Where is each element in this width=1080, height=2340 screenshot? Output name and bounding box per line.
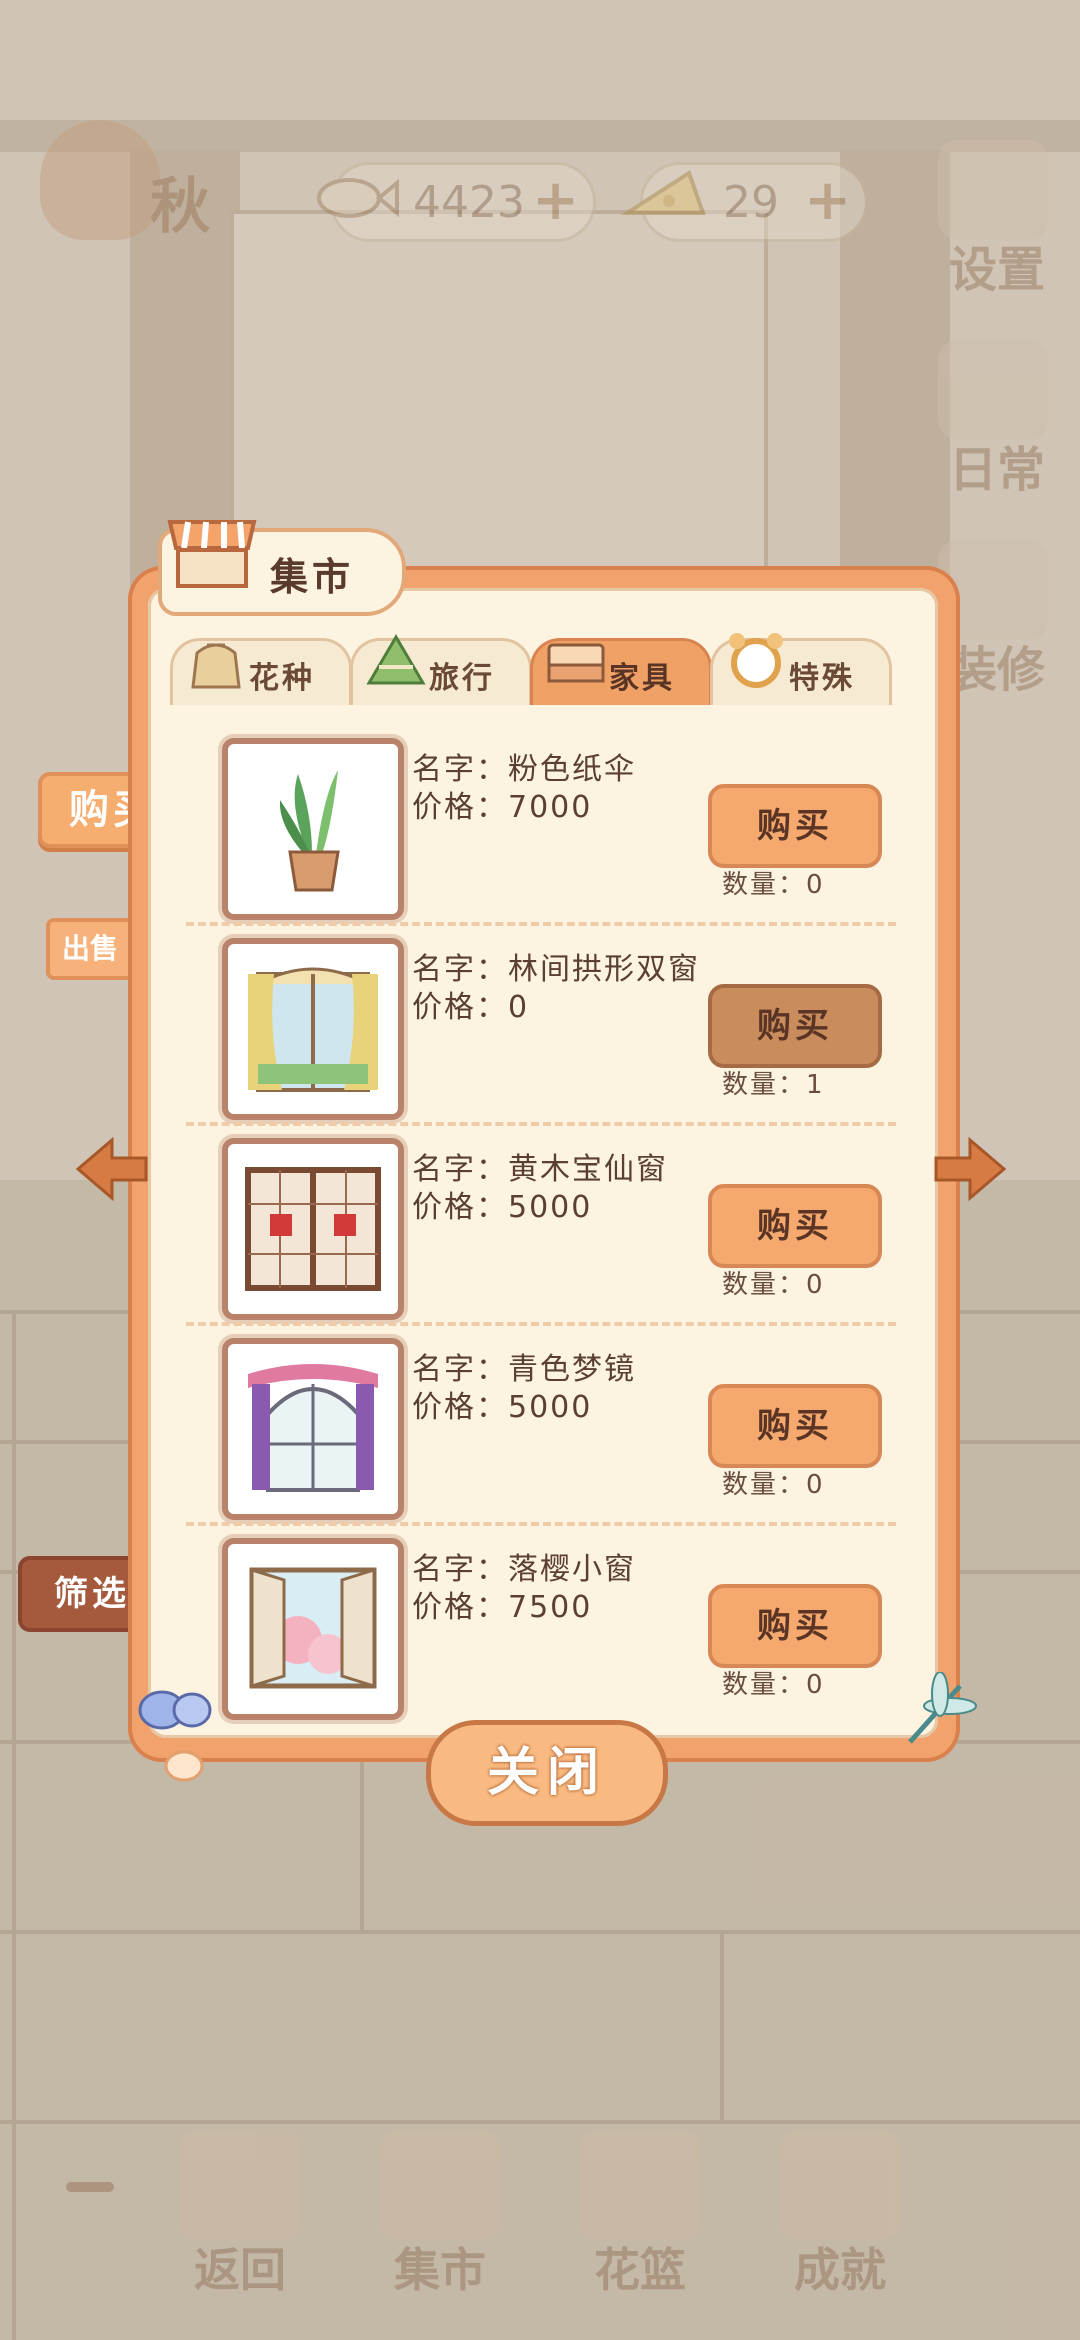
sell-mode-tab[interactable]: 出售 [46,918,134,980]
arched-window-icon [248,967,378,1092]
butterfly-icon [138,1690,212,1782]
item-quantity: 数量：0 [722,1270,825,1300]
item-quantity: 数量：1 [722,1070,825,1100]
item-price: 价格：7000 [412,790,593,825]
buy-button[interactable]: 购买 [708,1584,882,1668]
panel-title-tab: 集市 [158,520,406,616]
list-item: 名字：青色梦镜 价格：5000 购买 数量：0 [176,1324,906,1526]
category-tabs: 花种 旅行 家具 特殊 [170,632,900,705]
item-thumbnail [222,1338,404,1520]
item-price: 价格：5000 [412,1390,593,1425]
item-thumbnail [222,738,404,920]
buy-button[interactable]: 购买 [708,1184,882,1268]
item-thumbnail [222,938,404,1120]
list-item: 名字：落樱小窗 价格：7500 购买 数量：0 [176,1524,906,1724]
tab-special-label: 特殊 [789,661,855,696]
market-stall-icon [167,520,257,588]
item-thumbnail [222,1538,404,1720]
list-item: 名字：粉色纸伞 价格：7000 购买 数量：0 [176,724,906,926]
panel-title: 集市 [270,555,355,599]
bed-icon [547,643,605,683]
tab-furniture-label: 家具 [609,661,675,696]
item-price: 价格：5000 [412,1190,593,1225]
tab-travel[interactable]: 旅行 [350,634,532,705]
item-thumbnail [222,1138,404,1320]
dragonfly-icon [908,1672,977,1744]
potted-plant-icon [279,770,340,892]
buy-button[interactable]: 购买 [708,784,882,868]
close-button[interactable]: 关闭 [426,1720,668,1826]
buy-button[interactable]: 购买 [708,984,882,1068]
curtain-window-icon [248,1364,378,1492]
item-price: 价格：0 [412,990,530,1025]
tab-flower-seeds-label: 花种 [249,661,315,696]
tab-special[interactable]: 特殊 [710,633,892,705]
list-item: 名字：黄木宝仙窗 价格：5000 购买 数量：0 [176,1124,906,1326]
list-item: 名字：林间拱形双窗 价格：0 购买 数量：1 [176,924,906,1126]
item-price: 价格：7500 [412,1590,593,1625]
item-quantity: 数量：0 [722,1670,825,1700]
wood-window-icon [245,1167,381,1291]
tab-flower-seeds[interactable]: 花种 [170,638,352,705]
tab-furniture[interactable]: 家具 [530,638,712,705]
sakura-window-icon [249,1567,377,1689]
next-page-arrow-icon[interactable] [930,1134,1010,1204]
item-quantity: 数量：0 [722,870,825,900]
item-quantity: 数量：0 [722,1470,825,1500]
buy-button[interactable]: 购买 [708,1384,882,1468]
frame-icon [729,633,783,688]
zongzi-icon [366,634,426,685]
tab-travel-label: 旅行 [429,661,495,696]
seed-bag-icon [191,643,241,689]
prev-page-arrow-icon[interactable] [72,1134,152,1204]
